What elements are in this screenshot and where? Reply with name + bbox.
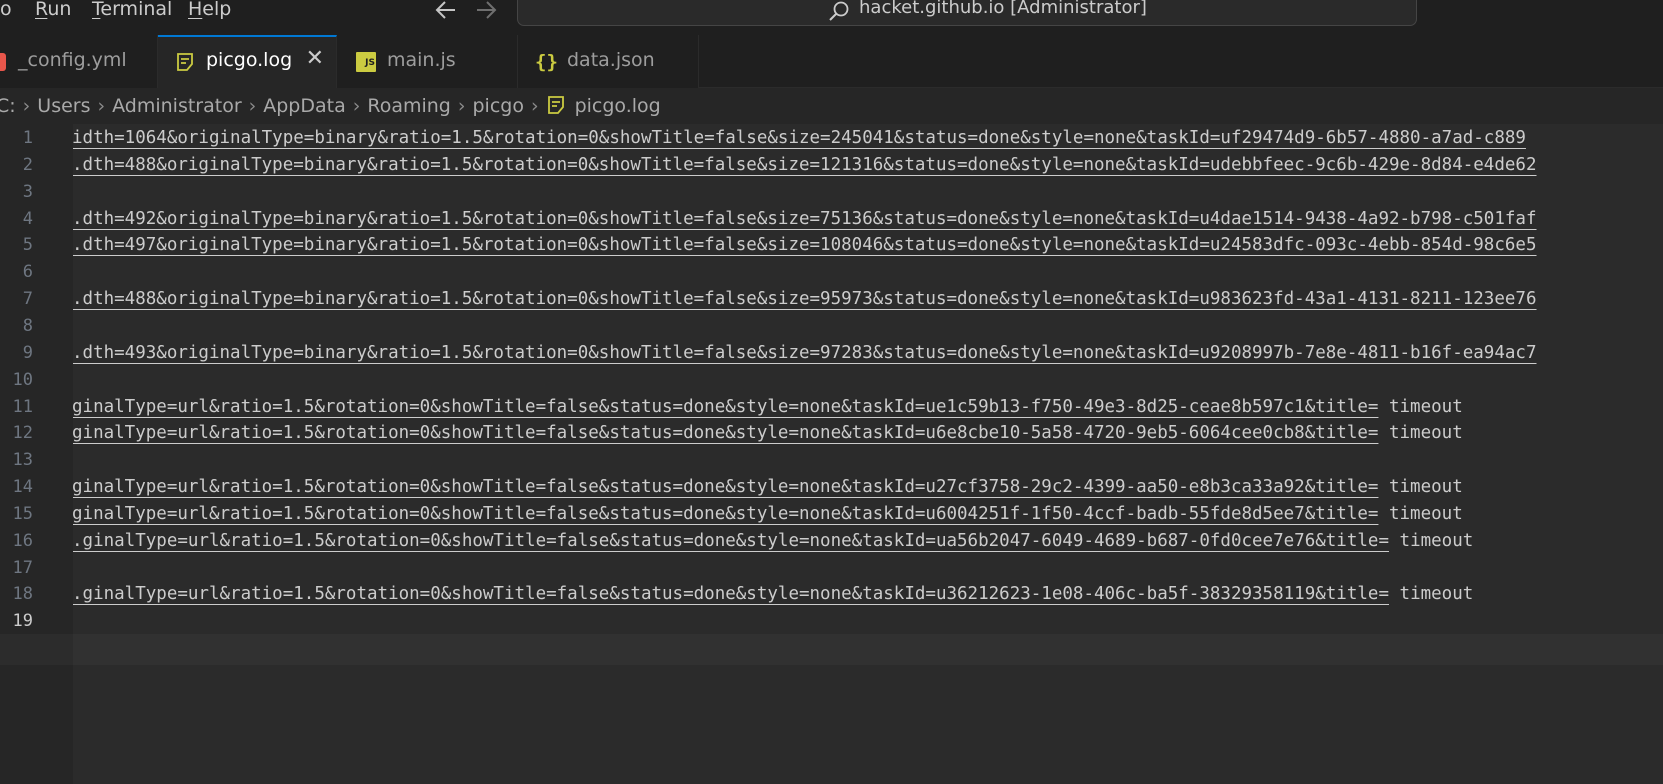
breadcrumb-item-file[interactable]: picgo.log <box>546 95 661 117</box>
title-bar: o Run Terminal Help hacket.github.io [Ad… <box>0 0 1663 35</box>
tab-label: picgo.log <box>206 49 293 71</box>
line-number: 12 <box>12 423 33 443</box>
url-link[interactable]: .dth=493&originalType=binary&ratio=1.5&r… <box>73 343 1537 363</box>
line-number: 15 <box>12 504 33 524</box>
breadcrumb-item-drive[interactable]: C: <box>0 95 16 117</box>
url-link[interactable]: ginalType=url&ratio=1.5&rotation=0&showT… <box>73 477 1378 497</box>
code-line[interactable]: .dth=488&originalType=binary&ratio=1.5&r… <box>73 151 1537 179</box>
url-link[interactable]: .dth=492&originalType=binary&ratio=1.5&r… <box>73 209 1537 229</box>
chevron-right-icon: › <box>352 95 361 117</box>
url-link[interactable]: .dth=488&originalType=binary&ratio=1.5&r… <box>73 155 1537 175</box>
url-link[interactable]: idth=1064&originalType=binary&ratio=1.5&… <box>73 128 1526 148</box>
url-link[interactable]: .ginalType=url&ratio=1.5&rotation=0&show… <box>73 584 1389 604</box>
url-link[interactable]: .ginalType=url&ratio=1.5&rotation=0&show… <box>73 531 1389 551</box>
menu-item-go[interactable]: o <box>0 0 12 20</box>
url-link[interactable]: ginalType=url&ratio=1.5&rotation=0&showT… <box>73 423 1378 443</box>
line-number: 11 <box>12 397 33 417</box>
menu-label-rest: elp <box>202 0 232 20</box>
line-number: 4 <box>22 209 33 229</box>
breadcrumb-item-picgo[interactable]: picgo <box>472 95 523 117</box>
chevron-right-icon: › <box>530 95 539 117</box>
url-link[interactable]: .dth=488&originalType=binary&ratio=1.5&r… <box>73 289 1537 309</box>
line-number: 14 <box>12 477 33 497</box>
chevron-right-icon: › <box>97 95 106 117</box>
close-icon[interactable]: ✕ <box>306 46 324 71</box>
tab-label: data.json <box>567 49 655 71</box>
breadcrumb-file-label: picgo.log <box>574 95 661 117</box>
code-line[interactable]: .dth=493&originalType=binary&ratio=1.5&r… <box>73 339 1537 367</box>
code-line[interactable]: .dth=492&originalType=binary&ratio=1.5&r… <box>73 205 1537 233</box>
line-number: 13 <box>12 450 33 470</box>
tab-label: main.js <box>387 49 456 71</box>
chevron-right-icon: › <box>248 95 257 117</box>
menu-label-rest: erminal <box>100 0 173 20</box>
log-file-icon <box>177 53 193 71</box>
line-number-gutter: 1 2 3 4 5 6 7 8 9 10 11 12 13 14 15 16 17 18 19 <box>0 124 73 784</box>
tab-main-js[interactable]: JS main.js <box>337 35 518 88</box>
search-icon <box>829 1 849 21</box>
tab-data-json[interactable]: {} data.json <box>518 35 699 88</box>
chevron-right-icon: › <box>457 95 466 117</box>
url-link[interactable]: ginalType=url&ratio=1.5&rotation=0&showT… <box>73 397 1378 417</box>
url-link[interactable]: ginalType=url&ratio=1.5&rotation=0&showT… <box>73 504 1378 524</box>
log-message: timeout <box>1378 504 1463 524</box>
forward-arrow-icon[interactable] <box>474 0 498 21</box>
menu-label-rest: un <box>47 0 72 20</box>
breadcrumb: C: › Users › Administrator › AppData › R… <box>0 88 1663 124</box>
line-number: 6 <box>22 262 33 282</box>
tab-picgo-log[interactable]: picgo.log ✕ <box>158 35 337 88</box>
json-braces-icon: {} <box>535 51 558 73</box>
breadcrumb-item-roaming[interactable]: Roaming <box>367 95 451 117</box>
line-number: 5 <box>22 235 33 255</box>
line-number: 19 <box>12 611 33 631</box>
back-arrow-icon[interactable] <box>434 0 458 21</box>
log-message: timeout <box>1389 531 1474 551</box>
code-line[interactable]: .ginalType=url&ratio=1.5&rotation=0&show… <box>73 527 1473 555</box>
log-message: timeout <box>1389 584 1474 604</box>
menu-item-terminal[interactable]: Terminal <box>92 0 172 20</box>
code-line[interactable]: ginalType=url&ratio=1.5&rotation=0&showT… <box>73 393 1463 421</box>
code-line[interactable]: idth=1064&originalType=binary&ratio=1.5&… <box>73 124 1526 152</box>
code-line[interactable]: ginalType=url&ratio=1.5&rotation=0&showT… <box>73 500 1463 528</box>
line-number: 3 <box>22 182 33 202</box>
breadcrumb-item-users[interactable]: Users <box>37 95 90 117</box>
yaml-file-icon <box>0 53 6 71</box>
line-number: 2 <box>22 155 33 175</box>
log-file-icon <box>547 96 564 114</box>
line-number: 10 <box>12 370 33 390</box>
breadcrumb-item-appdata[interactable]: AppData <box>263 95 346 117</box>
command-center[interactable]: hacket.github.io [Administrator] <box>517 0 1417 26</box>
code-line[interactable]: ginalType=url&ratio=1.5&rotation=0&showT… <box>73 419 1463 447</box>
line-number: 16 <box>12 531 33 551</box>
url-link[interactable]: .dth=497&originalType=binary&ratio=1.5&r… <box>73 235 1537 255</box>
menu-mnemonic: R <box>35 0 48 20</box>
line-number: 17 <box>12 558 33 578</box>
line-number: 9 <box>22 343 33 363</box>
tab-config-yml[interactable]: _config.yml <box>0 35 158 88</box>
code-line[interactable]: ginalType=url&ratio=1.5&rotation=0&showT… <box>73 473 1463 501</box>
chevron-right-icon: › <box>22 95 31 117</box>
log-message: timeout <box>1378 397 1463 417</box>
log-message: timeout <box>1378 477 1463 497</box>
breadcrumb-item-administrator[interactable]: Administrator <box>112 95 242 117</box>
code-line[interactable]: .ginalType=url&ratio=1.5&rotation=0&show… <box>73 580 1473 608</box>
menu-item-run[interactable]: Run <box>35 0 71 20</box>
editor-tab-bar: _config.yml picgo.log ✕ JS main.js {} da… <box>0 35 1663 88</box>
line-number: 7 <box>22 289 33 309</box>
code-line[interactable]: .dth=488&originalType=binary&ratio=1.5&r… <box>73 285 1537 313</box>
line-number: 18 <box>12 584 33 604</box>
log-message: timeout <box>1378 423 1463 443</box>
tab-label: _config.yml <box>18 49 127 71</box>
editor-text-area[interactable]: idth=1064&originalType=binary&ratio=1.5&… <box>73 124 1663 784</box>
menu-item-help[interactable]: Help <box>188 0 231 20</box>
javascript-file-icon: JS <box>356 52 376 72</box>
line-number: 1 <box>22 128 33 148</box>
line-number: 8 <box>22 316 33 336</box>
code-line[interactable]: .dth=497&originalType=binary&ratio=1.5&r… <box>73 231 1537 259</box>
menu-mnemonic: H <box>188 0 203 20</box>
command-center-text: hacket.github.io [Administrator] <box>859 0 1147 18</box>
